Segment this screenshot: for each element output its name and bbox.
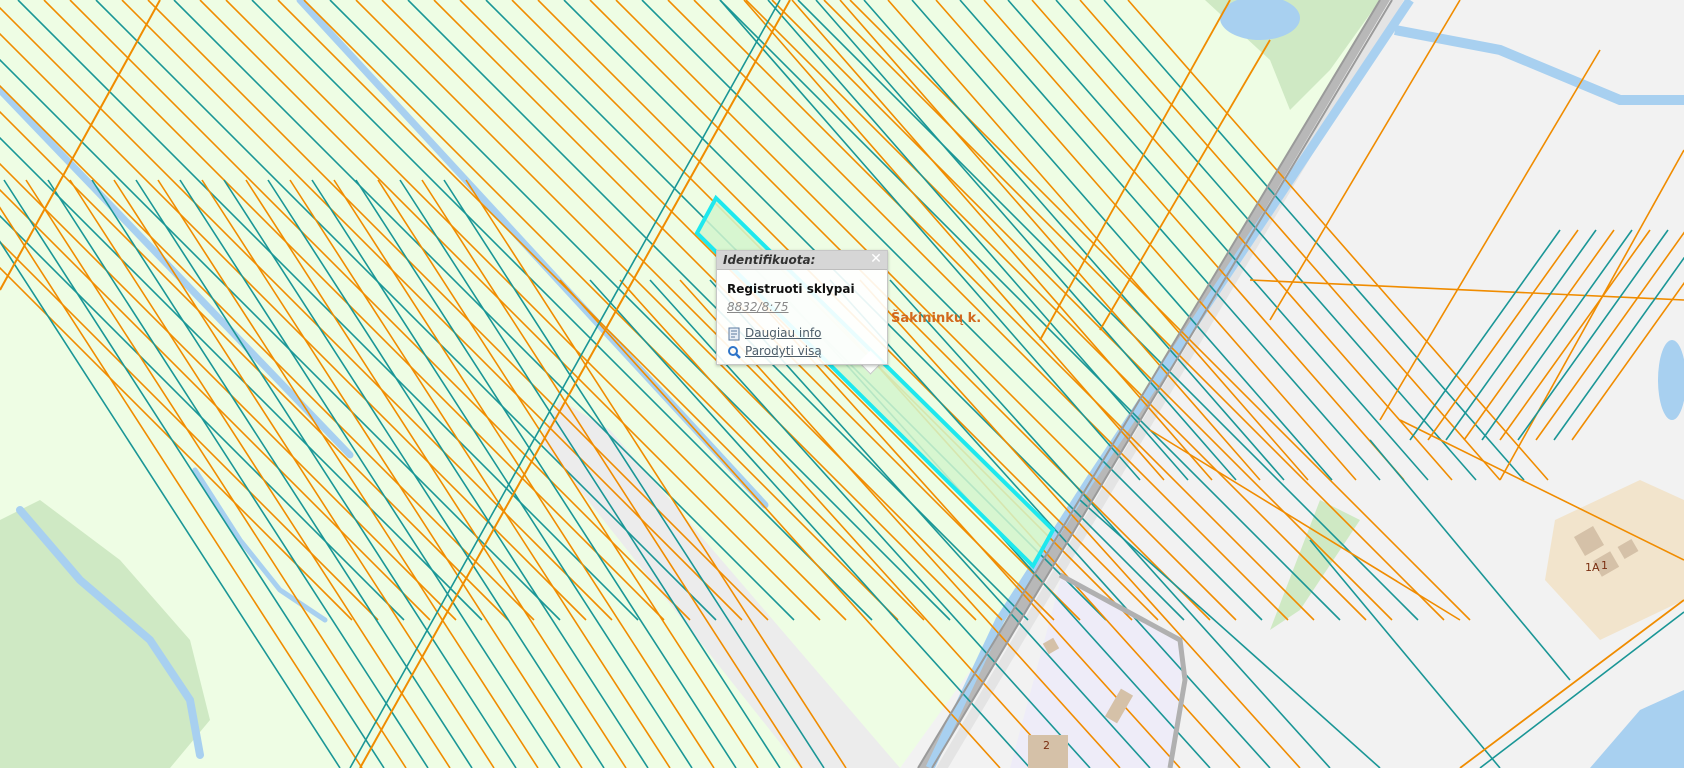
document-icon	[727, 326, 741, 341]
cadastral-map[interactable]	[0, 0, 1684, 768]
house-number-1: 1	[1601, 559, 1608, 572]
house-number-2: 2	[1043, 739, 1050, 752]
more-info-link[interactable]: Daugiau info	[727, 325, 821, 341]
popup-title: Identifikuota:	[723, 253, 816, 267]
show-all-link[interactable]: Parodyti visą	[727, 343, 822, 359]
parcel-id-link[interactable]: 8832/8:75	[727, 300, 789, 314]
land-cover-layer	[0, 0, 1684, 768]
magnifier-icon	[727, 344, 741, 359]
house-number-1a: 1A	[1585, 561, 1600, 574]
registered-parcels-heading: Registruoti sklypai	[727, 282, 855, 296]
more-info-label[interactable]: Daugiau info	[745, 326, 821, 340]
popup-header: Identifikuota: ✕	[717, 251, 887, 270]
identify-popup: Identifikuota: ✕ Registruoti sklypai 883…	[716, 250, 888, 365]
village-label: Šakininkų k.	[891, 311, 982, 326]
show-all-label[interactable]: Parodyti visą	[745, 344, 822, 358]
close-icon[interactable]: ✕	[869, 252, 883, 266]
